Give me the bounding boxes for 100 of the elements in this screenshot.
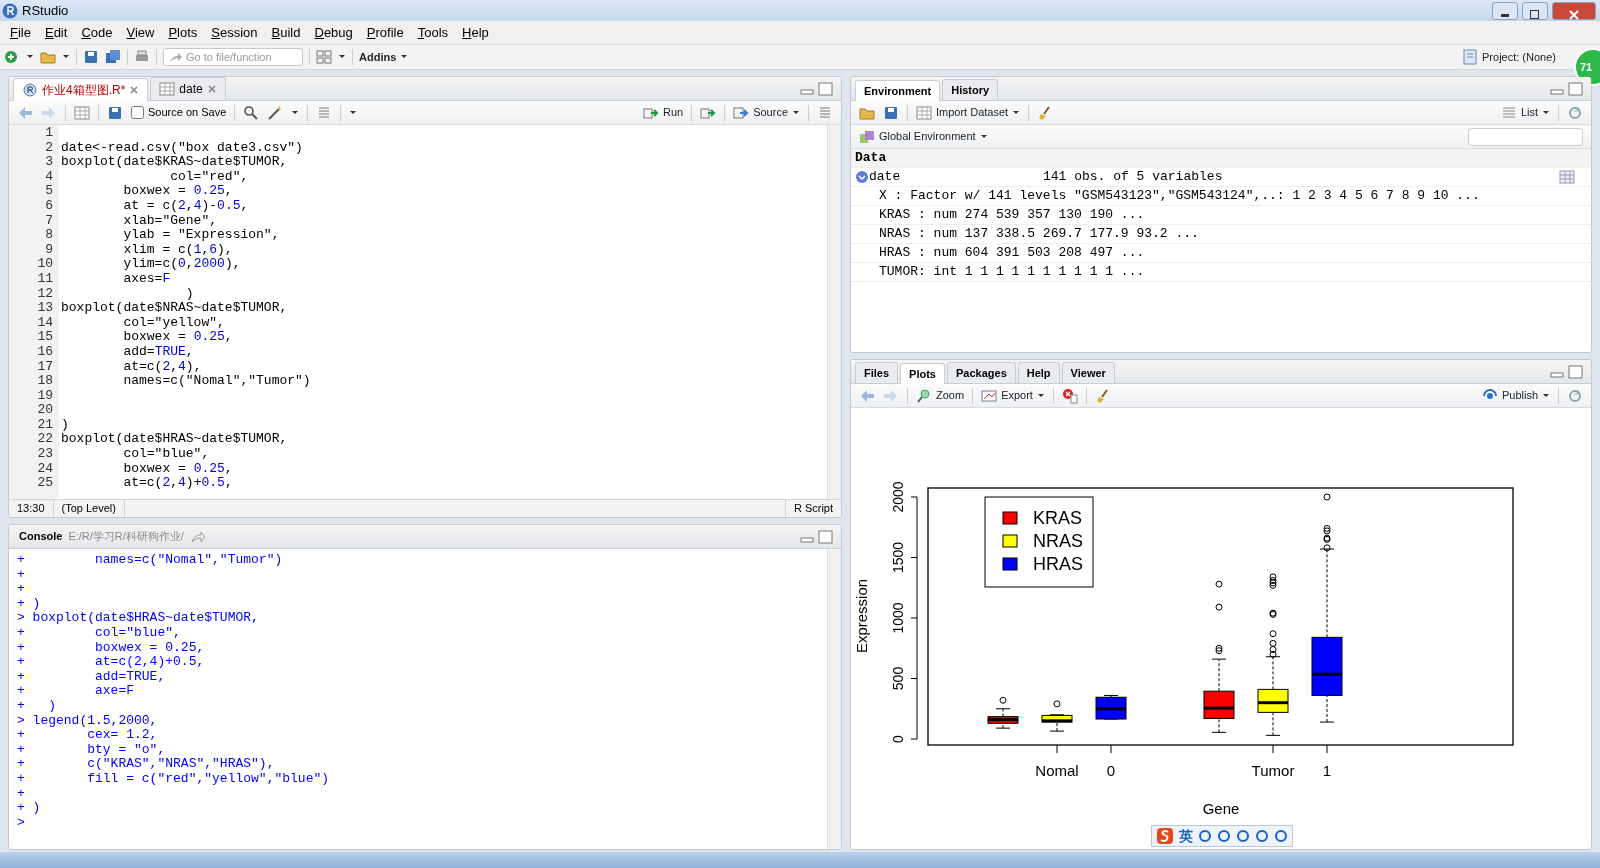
zoom-button[interactable]: Zoom <box>916 387 965 404</box>
editor-tab[interactable]: date <box>150 77 226 100</box>
grid-icon[interactable] <box>316 49 332 65</box>
run-button[interactable]: Run <box>642 104 684 121</box>
list-icon <box>1500 104 1517 121</box>
folder-icon[interactable] <box>40 49 56 65</box>
menu-item[interactable]: Plots <box>162 22 204 43</box>
menu-item[interactable]: File <box>4 22 37 43</box>
import-dataset-button[interactable]: Import Dataset <box>916 104 1021 121</box>
goto-field[interactable]: Go to file/function <box>163 48 303 66</box>
pane-tab[interactable]: History <box>942 78 999 100</box>
console-line: > legend(1.5,2000, <box>17 713 159 729</box>
ime-toolbar[interactable]: 英 <box>1151 825 1293 847</box>
line-number: 25 <box>36 476 53 491</box>
broom-icon[interactable] <box>1094 387 1111 404</box>
menu-item[interactable]: Debug <box>308 22 359 43</box>
pane-tab[interactable]: Viewer <box>1061 361 1115 383</box>
save-all-icon[interactable] <box>105 49 121 65</box>
scrollbar[interactable] <box>827 549 841 849</box>
project-button[interactable]: Project: (None) <box>1462 48 1556 66</box>
search-icon[interactable] <box>243 104 260 121</box>
pane-tab[interactable]: Environment <box>855 79 941 101</box>
code-line: add=TRUE, <box>122 344 195 360</box>
minimize-icon <box>1501 13 1509 17</box>
code-line: xlim = c(1,6), <box>122 242 234 258</box>
close-icon[interactable] <box>129 85 140 95</box>
caret-icon <box>1012 108 1021 117</box>
list-view-button[interactable]: List <box>1500 104 1550 121</box>
expand-icon[interactable] <box>855 170 869 184</box>
maximize-icon[interactable] <box>818 529 833 544</box>
pane-tab[interactable]: Packages <box>947 361 1016 383</box>
save-icon[interactable] <box>83 49 99 65</box>
refresh-icon[interactable] <box>1567 387 1583 404</box>
menu-item[interactable]: Tools <box>411 22 455 43</box>
line-number: 17 <box>36 359 53 375</box>
new-file-icon[interactable] <box>4 49 20 65</box>
scrollbar[interactable] <box>827 125 841 499</box>
maximize-icon[interactable] <box>818 81 833 96</box>
console-line: + ) <box>17 801 42 816</box>
window-maximize-button[interactable] <box>1522 1 1548 20</box>
structure-line: NRAS : num 137 338.5 269.7 177.9 93.2 ... <box>879 225 1199 244</box>
table-icon <box>916 104 932 121</box>
save-icon[interactable] <box>883 104 899 121</box>
window-minimize-button[interactable] <box>1492 1 1518 20</box>
search-field[interactable] <box>1468 127 1583 146</box>
console-title: Console <box>19 529 63 545</box>
line-number: 23 <box>36 447 53 462</box>
code-line: names=c("Nomal","Tumor") <box>122 374 312 389</box>
menu-item[interactable]: Session <box>205 22 264 43</box>
checkbox-label[interactable]: Source on Save <box>148 104 227 121</box>
scope-dropdown[interactable]: (Top Level) <box>53 500 125 517</box>
code-line: ) <box>61 417 70 433</box>
caret-icon[interactable] <box>349 108 358 117</box>
y-axis-label: Expression <box>853 578 870 654</box>
publish-button[interactable]: Publish <box>1481 387 1550 404</box>
wand-icon[interactable] <box>267 104 284 121</box>
window-icon[interactable] <box>74 104 90 121</box>
caret-icon <box>400 53 409 61</box>
console-line: + <box>17 582 26 597</box>
source-button[interactable]: Source <box>733 104 800 121</box>
caret-icon[interactable] <box>291 108 300 117</box>
table-view-icon[interactable] <box>1559 169 1575 185</box>
maximize-icon[interactable] <box>1568 364 1583 379</box>
code-line: col="blue", <box>122 447 211 462</box>
maximize-icon[interactable] <box>1568 81 1583 96</box>
file-type-dropdown[interactable]: R Script <box>784 500 841 517</box>
pane-tab[interactable]: Plots <box>900 362 945 384</box>
environment-dropdown[interactable]: Global Environment <box>859 128 988 145</box>
outline-icon[interactable] <box>817 104 833 121</box>
refresh-icon[interactable] <box>1567 104 1583 121</box>
ime-mode-label[interactable]: 英 <box>1179 825 1193 847</box>
console-line: + c("KRAS","NRAS","HRAS"), <box>17 757 276 772</box>
structure-line: TUMOR: int 1 1 1 1 1 1 1 1 1 1 ... <box>879 263 1145 282</box>
caret-icon <box>792 108 800 117</box>
line-number: 10 <box>36 257 53 272</box>
pane-tab[interactable]: Help <box>1017 361 1060 383</box>
caret-icon[interactable] <box>62 53 70 61</box>
menu-item[interactable]: Edit <box>38 22 74 43</box>
menu-item[interactable]: Help <box>456 22 495 43</box>
menu-item[interactable]: View <box>120 22 161 43</box>
pane-tab[interactable]: Files <box>855 361 899 383</box>
export-button[interactable]: Export <box>981 387 1045 404</box>
close-icon[interactable] <box>206 84 217 94</box>
remove-plot-icon[interactable] <box>1061 387 1078 404</box>
caret-icon[interactable] <box>26 53 34 61</box>
source-on-save-checkbox[interactable] <box>131 106 144 119</box>
environment-icon <box>859 128 875 145</box>
menu-item[interactable]: Code <box>75 22 119 43</box>
addins-button[interactable]: Addins <box>359 48 409 66</box>
window-close-button[interactable] <box>1552 1 1596 20</box>
caret-icon[interactable] <box>338 53 346 61</box>
code-line: xlab="Gene", <box>122 213 219 229</box>
s-logo-icon[interactable] <box>1156 827 1174 845</box>
arrow-icon <box>168 50 182 64</box>
menu-item[interactable]: Profile <box>360 22 410 43</box>
console-line: + <box>17 786 26 802</box>
editor-tab[interactable]: 作业4箱型图.R* <box>13 78 149 101</box>
box-plot <box>1095 694 1127 720</box>
save-icon[interactable] <box>107 104 123 121</box>
menu-item[interactable]: Build <box>265 22 307 43</box>
